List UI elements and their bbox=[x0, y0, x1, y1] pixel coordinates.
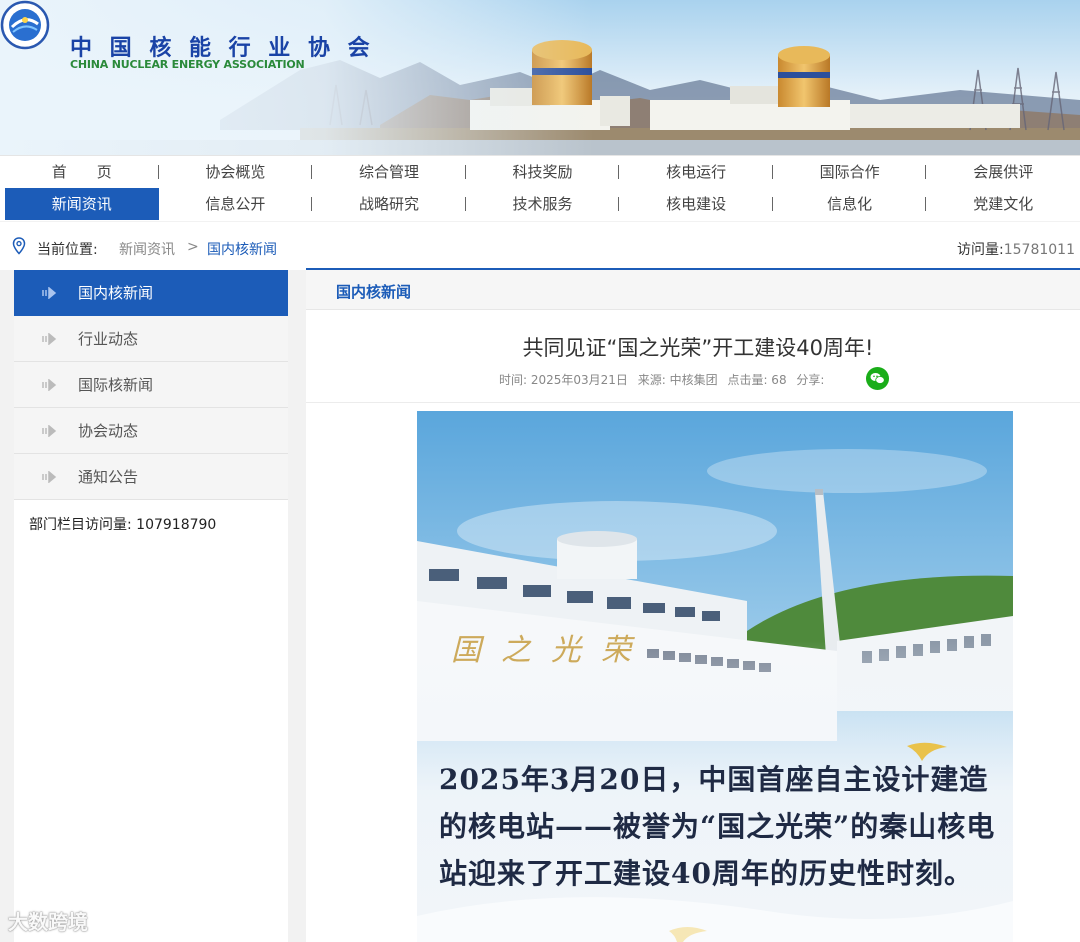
sidebar-item-label: 通知公告 bbox=[78, 468, 139, 486]
nav-row-1: 首 页 协会概览 综合管理 科技奖励 核电运行 国际合作 会展供评 bbox=[5, 156, 1080, 188]
article-title: 共同见证“国之光荣”开工建设40周年! bbox=[522, 336, 874, 360]
sidebar-item-industry[interactable]: 行业动态 bbox=[14, 316, 288, 362]
breadcrumb-label: 当前位置: bbox=[37, 242, 98, 258]
article-time: 时间: 2025年03月21日 bbox=[499, 373, 628, 387]
main-nav: 首 页 协会概览 综合管理 科技奖励 核电运行 国际合作 会展供评 新闻资讯 信… bbox=[0, 155, 1080, 221]
nav-item-overview[interactable]: 协会概览 bbox=[159, 156, 313, 188]
sidebar-item-label: 国内核新闻 bbox=[78, 284, 154, 302]
nav-item-party[interactable]: 党建文化 bbox=[926, 188, 1080, 220]
nav-item-international[interactable]: 国际合作 bbox=[773, 156, 927, 188]
sidebar-item-international-news[interactable]: 国际核新闻 bbox=[14, 362, 288, 408]
nav-item-informatization[interactable]: 信息化 bbox=[773, 188, 927, 220]
sidebar-item-notices[interactable]: 通知公告 bbox=[14, 454, 288, 500]
dept-visit-counter: 部门栏目访问量: 107918790 bbox=[29, 517, 217, 533]
nav-item-admin[interactable]: 综合管理 bbox=[312, 156, 466, 188]
nav-item-construction[interactable]: 核电建设 bbox=[619, 188, 773, 220]
nav-item-exhibition[interactable]: 会展供评 bbox=[926, 156, 1080, 188]
article-poster-image: 国之光荣 2025年3月20日，中国首座自主设计建造的核电站——被誉为“国之光荣… bbox=[417, 411, 1013, 942]
poster-headline: 2025年3月20日，中国首座自主设计建造的核电站——被誉为“国之光荣”的秦山核… bbox=[439, 763, 996, 890]
poster-calligraphy: 国之光荣 bbox=[451, 633, 651, 668]
breadcrumb-separator: > bbox=[187, 239, 199, 255]
wechat-icon[interactable] bbox=[866, 367, 889, 390]
sidebar-arrow-icon bbox=[42, 471, 57, 483]
nav-item-tech-service[interactable]: 技术服务 bbox=[466, 188, 620, 220]
article-meta: 时间: 2025年03月21日 来源: 中核集团 点击量: 68 分享: bbox=[499, 371, 830, 388]
sidebar-item-label: 行业动态 bbox=[78, 330, 139, 348]
logo-emblem-icon bbox=[0, 0, 50, 50]
article-source: 来源: 中核集团 bbox=[637, 373, 718, 387]
sidebar-arrow-icon bbox=[42, 379, 57, 391]
sidebar-item-label: 国际核新闻 bbox=[78, 376, 154, 394]
sidebar-item-association[interactable]: 协会动态 bbox=[14, 408, 288, 454]
section-title: 国内核新闻 bbox=[336, 283, 412, 301]
org-name-en: CHINA NUCLEAR ENERGY ASSOCIATION bbox=[70, 58, 305, 71]
sidebar-arrow-icon bbox=[42, 425, 57, 437]
nav-row-2: 新闻资讯 信息公开 战略研究 技术服务 核电建设 信息化 党建文化 bbox=[5, 188, 1080, 220]
nav-item-operation[interactable]: 核电运行 bbox=[619, 156, 773, 188]
article-divider bbox=[306, 402, 1080, 403]
site-banner: 中 国 核 能 行 业 协 会 CHINA NUCLEAR ENERGY ASS… bbox=[0, 0, 1080, 155]
watermark: 大数跨境 bbox=[8, 910, 88, 934]
nav-item-news[interactable]: 新闻资讯 bbox=[5, 188, 159, 220]
nav-item-disclosure[interactable]: 信息公开 bbox=[159, 188, 313, 220]
nav-item-home[interactable]: 首 页 bbox=[5, 156, 159, 188]
breadcrumb-domestic-news[interactable]: 国内核新闻 bbox=[207, 239, 277, 259]
sidebar-arrow-icon bbox=[42, 333, 57, 345]
sidebar-arrow-icon bbox=[42, 287, 57, 299]
visit-counter-label: 访问量: bbox=[957, 242, 1004, 258]
sidebar: 国内核新闻 行业动态 国际核新闻 协会动态 通知公告 部门栏目访问量: 1079… bbox=[14, 270, 288, 942]
nav-item-strategy[interactable]: 战略研究 bbox=[312, 188, 466, 220]
sidebar-item-domestic-news[interactable]: 国内核新闻 bbox=[14, 270, 288, 316]
location-pin-icon bbox=[12, 237, 26, 255]
nav-item-awards[interactable]: 科技奖励 bbox=[466, 156, 620, 188]
breadcrumb: 当前位置: 新闻资讯 > 国内核新闻 访问量:15781011 bbox=[0, 222, 1080, 270]
breadcrumb-news[interactable]: 新闻资讯 bbox=[119, 239, 175, 259]
visit-counter-value: 15781011 bbox=[1003, 242, 1075, 258]
article-clicks: 点击量: 68 bbox=[727, 373, 787, 387]
article-share-label: 分享: bbox=[796, 373, 825, 387]
main-content: 国内核新闻 共同见证“国之光荣”开工建设40周年! 时间: 2025年03月21… bbox=[306, 268, 1080, 942]
visit-counter: 访问量:15781011 bbox=[957, 239, 1075, 259]
section-header: 国内核新闻 bbox=[306, 268, 1080, 310]
banner-scenery bbox=[0, 0, 1080, 155]
sidebar-item-label: 协会动态 bbox=[78, 422, 139, 440]
